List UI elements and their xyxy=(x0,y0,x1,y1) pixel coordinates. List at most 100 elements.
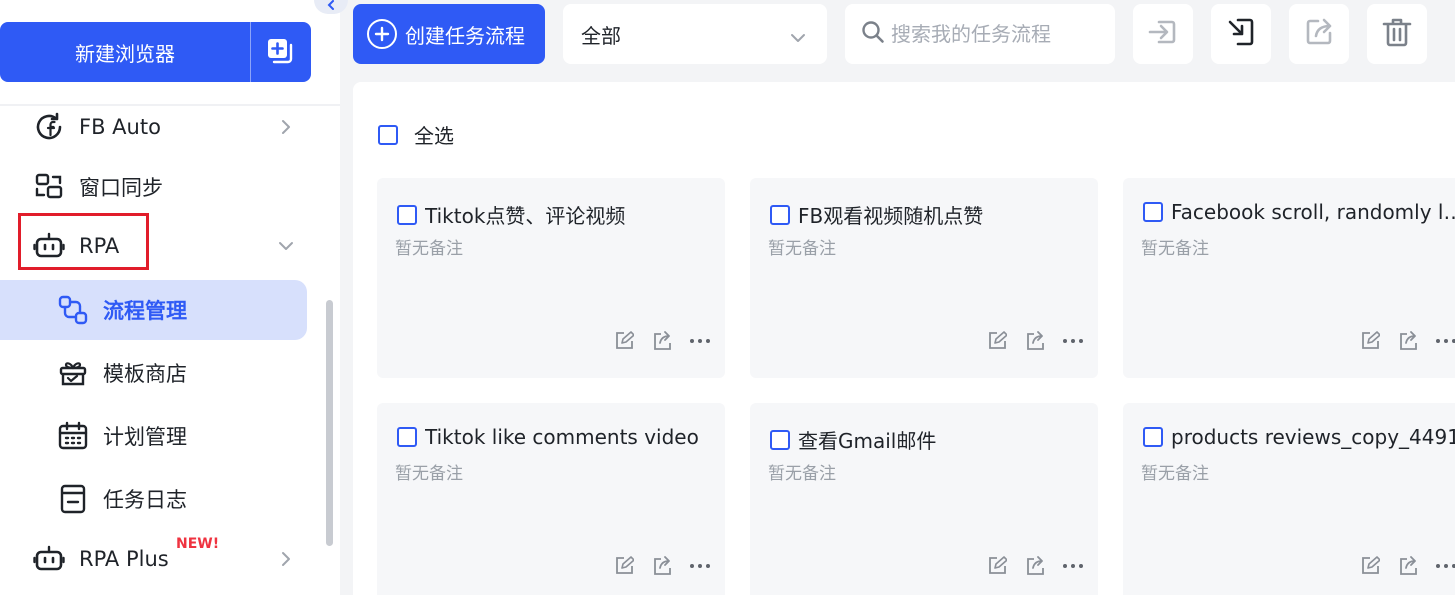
sidebar-sub-item-label: 计划管理 xyxy=(103,425,187,449)
card-checkbox[interactable] xyxy=(1143,427,1163,447)
search-icon xyxy=(861,20,885,48)
share-icon[interactable] xyxy=(651,330,673,352)
search-input[interactable] xyxy=(891,22,1111,46)
edit-icon[interactable] xyxy=(986,555,1008,577)
sidebar-item-template-store[interactable]: 模板商店 xyxy=(0,343,307,403)
sidebar: 新建浏览器 FB Auto 窗口同步 RPA 流程管理 模板商店 计划管理 任务… xyxy=(0,0,340,595)
card-actions xyxy=(613,555,711,577)
import-arrow-icon xyxy=(1224,15,1258,53)
share-icon xyxy=(1302,15,1336,53)
new-browser-label: 新建浏览器 xyxy=(75,41,175,66)
edit-icon[interactable] xyxy=(986,330,1008,352)
card-title: Facebook scroll, randomly like and comme… xyxy=(1171,200,1455,224)
edit-icon[interactable] xyxy=(613,555,635,577)
card-actions xyxy=(613,330,711,352)
share-icon[interactable] xyxy=(1397,555,1419,577)
more-icon[interactable] xyxy=(1062,555,1084,577)
share-icon[interactable] xyxy=(1024,555,1046,577)
filter-select[interactable]: 全部 xyxy=(563,4,827,64)
edit-icon[interactable] xyxy=(1359,555,1381,577)
sidebar-scrollbar[interactable] xyxy=(326,300,333,546)
card-actions xyxy=(1359,330,1455,352)
task-flow-card[interactable]: 查看Gmail邮件 暂无备注 xyxy=(750,403,1098,595)
card-note: 暂无备注 xyxy=(768,239,836,259)
sidebar-item-schedule-management[interactable]: 计划管理 xyxy=(0,406,307,466)
card-title: 查看Gmail邮件 xyxy=(798,429,937,453)
select-all[interactable]: 全选 xyxy=(378,120,454,149)
import-button[interactable] xyxy=(1133,4,1193,64)
filter-select-value: 全部 xyxy=(581,23,621,48)
facebook-refresh-icon xyxy=(32,110,66,144)
new-browser-button[interactable]: 新建浏览器 xyxy=(0,22,311,82)
card-note: 暂无备注 xyxy=(1141,239,1209,259)
share-icon[interactable] xyxy=(1024,330,1046,352)
sidebar-item-label: 窗口同步 xyxy=(79,176,163,200)
highlight-box xyxy=(18,213,149,270)
task-flow-panel: 全选 Tiktok点赞、评论视频 暂无备注 FB观看视频随机点赞 暂无备注 Fa… xyxy=(353,82,1455,595)
sidebar-sub-item-label: 流程管理 xyxy=(103,299,187,323)
card-note: 暂无备注 xyxy=(768,464,836,484)
log-icon xyxy=(56,482,90,516)
window-sync-icon xyxy=(32,170,66,204)
sidebar-sub-item-label: 任务日志 xyxy=(103,488,187,512)
card-title-row: FB观看视频随机点赞 xyxy=(770,200,1088,229)
more-icon[interactable] xyxy=(1062,330,1084,352)
card-title-row: Tiktok点赞、评论视频 xyxy=(397,200,715,229)
task-flow-card[interactable]: products reviews_copy_4491 暂无备注 xyxy=(1123,403,1455,595)
card-actions xyxy=(986,555,1084,577)
edit-icon[interactable] xyxy=(613,330,635,352)
share-icon[interactable] xyxy=(1397,330,1419,352)
more-icon[interactable] xyxy=(1435,555,1455,577)
calendar-icon xyxy=(56,419,90,453)
batch-add-icon[interactable] xyxy=(251,22,311,82)
sidebar-item-flow-management[interactable]: 流程管理 xyxy=(0,280,307,340)
card-title-row: Facebook scroll, randomly like and comme… xyxy=(1143,200,1455,224)
sidebar-item-window-sync[interactable]: 窗口同步 xyxy=(0,158,320,216)
card-title-row: 查看Gmail邮件 xyxy=(770,425,1088,454)
more-icon[interactable] xyxy=(1435,330,1455,352)
search-box xyxy=(845,4,1115,64)
flow-icon xyxy=(56,293,90,327)
gift-store-icon xyxy=(56,356,90,390)
task-flow-card[interactable]: Tiktok like comments video 暂无备注 xyxy=(377,403,725,595)
sidebar-item-task-log[interactable]: 任务日志 xyxy=(0,469,307,529)
card-title: Tiktok like comments video xyxy=(425,425,699,449)
task-flow-card[interactable]: FB观看视频随机点赞 暂无备注 xyxy=(750,178,1098,378)
share-button[interactable] xyxy=(1289,4,1349,64)
new-badge: NEW! xyxy=(176,536,220,552)
share-icon[interactable] xyxy=(651,555,673,577)
card-title: Tiktok点赞、评论视频 xyxy=(425,204,626,228)
card-checkbox[interactable] xyxy=(770,204,790,225)
card-checkbox[interactable] xyxy=(1143,202,1163,222)
card-title-row: Tiktok like comments video xyxy=(397,425,715,449)
card-title-row: products reviews_copy_4491 xyxy=(1143,425,1455,449)
chevron-right-icon xyxy=(276,549,296,569)
sidebar-item-rpa-plus[interactable]: RPA Plus xyxy=(0,530,320,588)
task-flow-card[interactable]: Tiktok点赞、评论视频 暂无备注 xyxy=(377,178,725,378)
more-icon[interactable] xyxy=(689,555,711,577)
select-all-checkbox[interactable] xyxy=(378,124,398,145)
card-note: 暂无备注 xyxy=(395,464,463,484)
import-icon xyxy=(1146,15,1180,53)
more-icon[interactable] xyxy=(689,330,711,352)
chevron-right-icon xyxy=(276,117,296,137)
plus-circle-icon xyxy=(367,19,397,49)
delete-button[interactable] xyxy=(1367,4,1427,64)
card-checkbox[interactable] xyxy=(397,427,417,447)
sidebar-sub-item-label: 模板商店 xyxy=(103,362,187,386)
create-task-flow-button[interactable]: 创建任务流程 xyxy=(353,4,545,64)
card-note: 暂无备注 xyxy=(1141,464,1209,484)
card-checkbox[interactable] xyxy=(770,429,790,450)
select-all-label: 全选 xyxy=(414,124,454,148)
sidebar-item-fb-auto[interactable]: FB Auto xyxy=(0,98,320,156)
import-file-button[interactable] xyxy=(1211,4,1271,64)
sidebar-item-label: FB Auto xyxy=(79,115,161,139)
card-title: products reviews_copy_4491 xyxy=(1171,425,1455,449)
robot-icon xyxy=(32,542,66,576)
sidebar-item-label: RPA Plus xyxy=(79,547,169,571)
card-checkbox[interactable] xyxy=(397,204,417,225)
task-flow-card[interactable]: Facebook scroll, randomly like and comme… xyxy=(1123,178,1455,378)
card-actions xyxy=(986,330,1084,352)
edit-icon[interactable] xyxy=(1359,330,1381,352)
card-title: FB观看视频随机点赞 xyxy=(798,204,984,228)
